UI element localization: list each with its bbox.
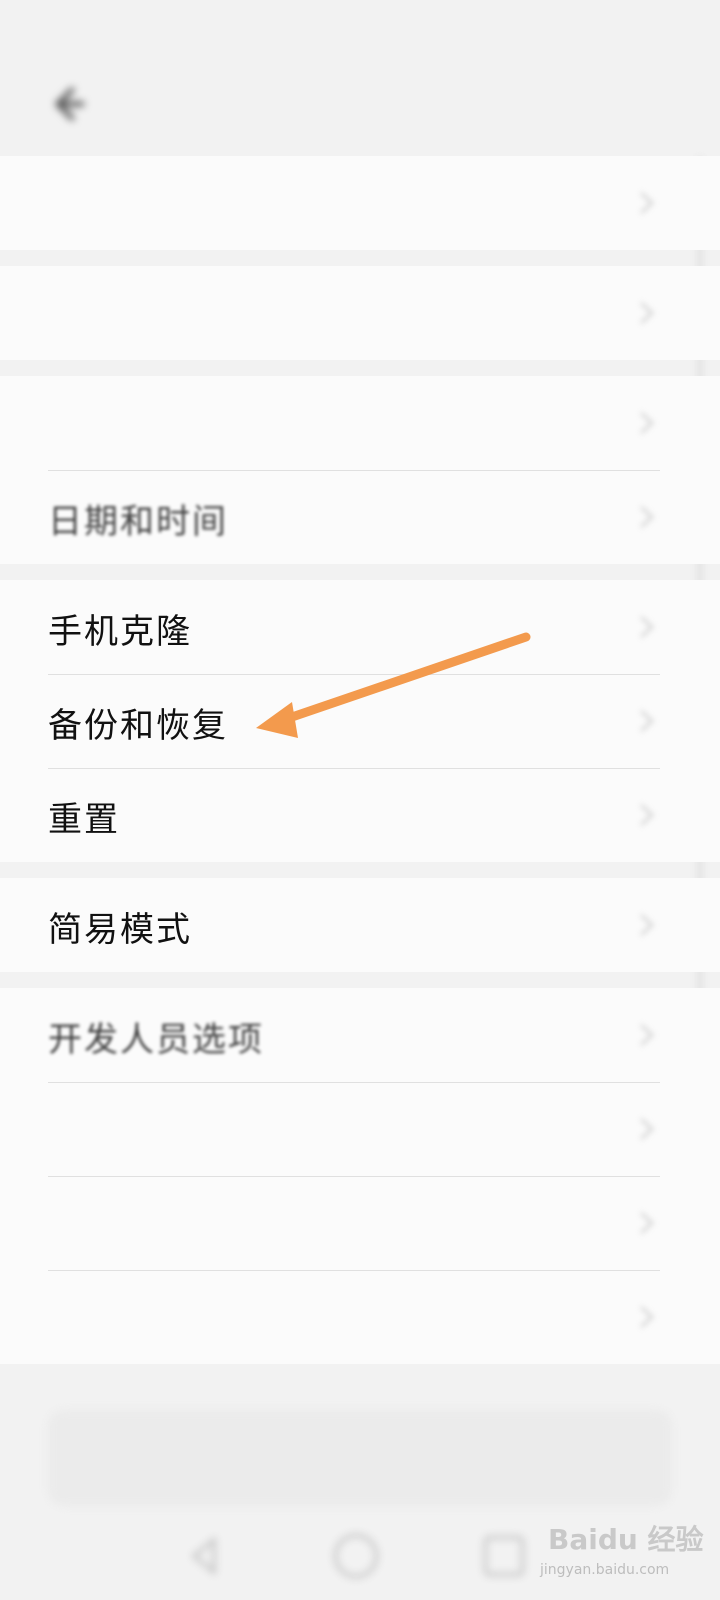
annotation-arrow-icon <box>256 632 531 738</box>
